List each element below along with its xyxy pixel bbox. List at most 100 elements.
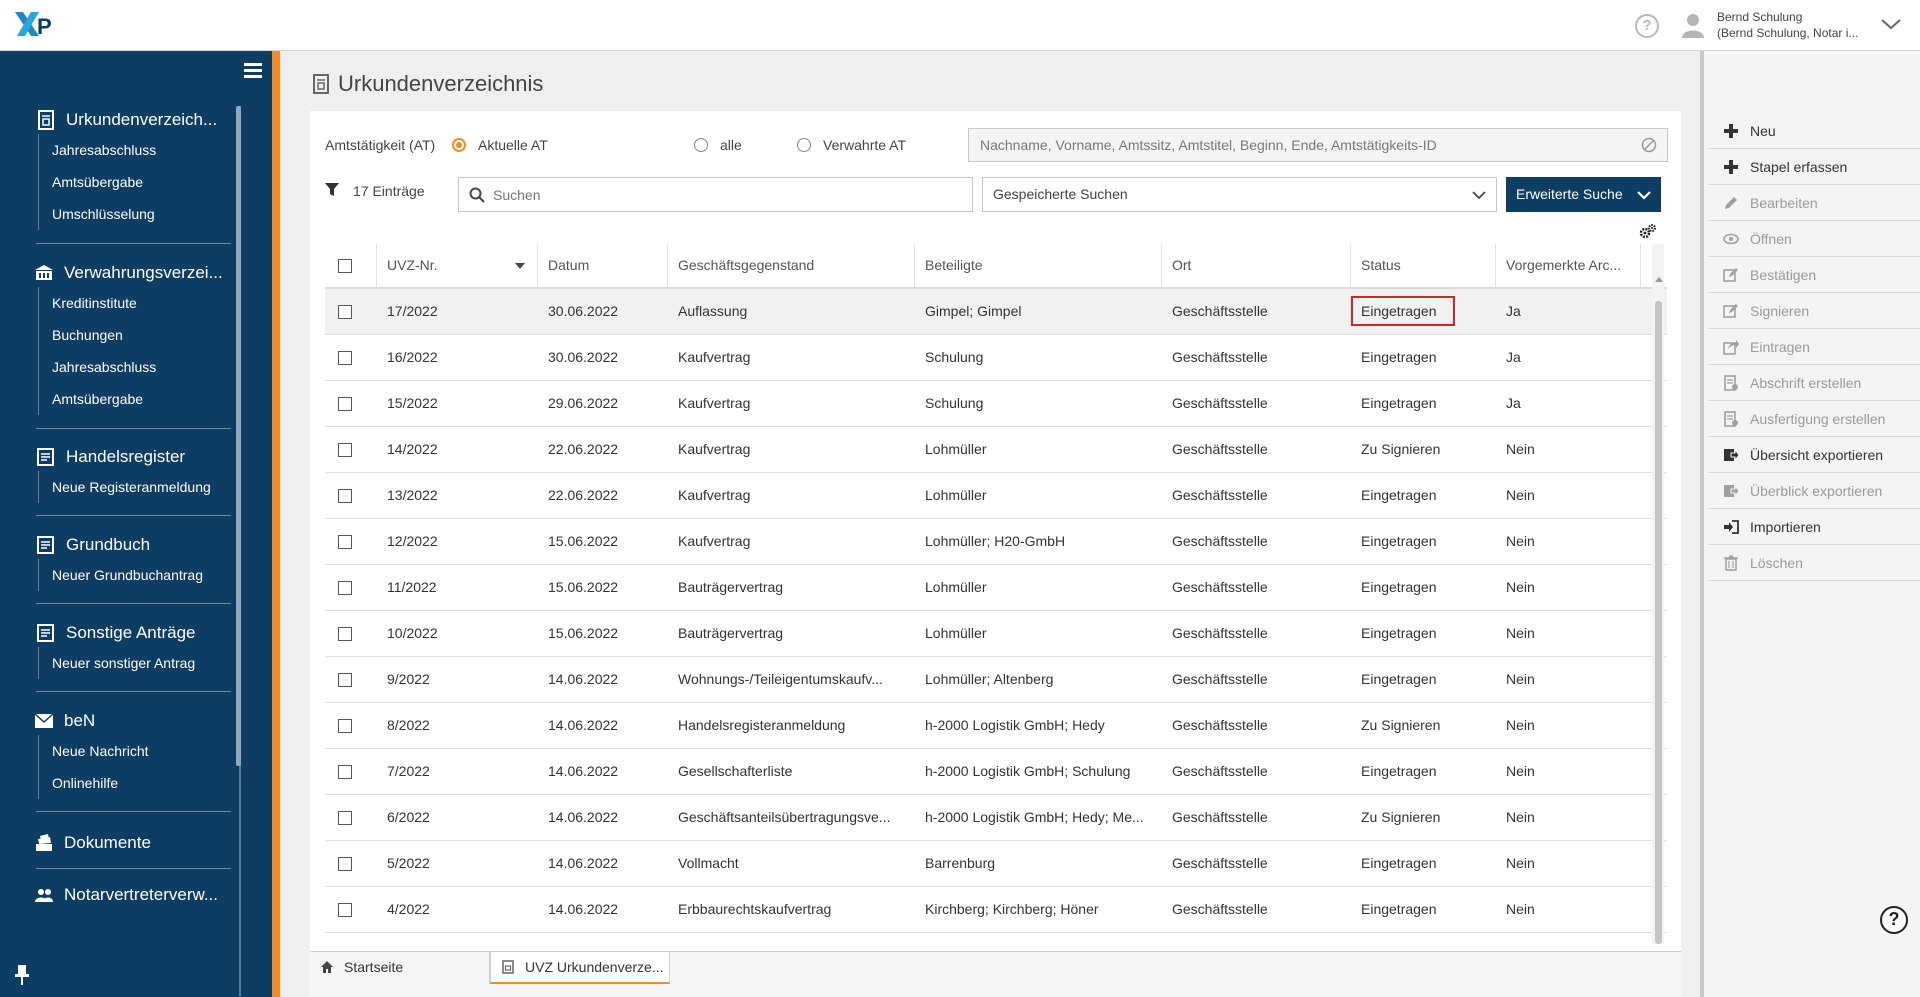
table-row[interactable]: 16/2022 30.06.2022 Kaufvertrag Schulung Gesc… [325,335,1667,381]
xnp-logo[interactable]: P [13,8,63,40]
sidebar-item-urkundenverzeichnis[interactable]: Urkundenverzeich... [0,106,236,134]
row-checkbox[interactable] [338,535,352,550]
sidebar-item-onlinehilfe[interactable]: Onlinehilfe [39,767,236,799]
radio-alle[interactable]: alle [694,137,742,153]
sidebar-item-amtsuebergabe[interactable]: Amtsübergabe [39,166,236,198]
radio-button[interactable] [797,138,811,152]
radio-button-checked[interactable] [452,138,466,152]
radio-verwahrte-at[interactable]: Verwahrte AT [797,137,906,153]
action-uebersicht-exportieren-button[interactable]: Übersicht exportieren [1708,437,1920,473]
action-loeschen-button[interactable]: Löschen [1708,545,1920,581]
row-checkbox[interactable] [338,305,352,320]
sidebar-item-umschluesselung[interactable]: Umschlüsselung [39,198,236,230]
sidebar-item-buchungen[interactable]: Buchungen [39,319,236,351]
row-checkbox[interactable] [338,903,352,918]
user-info[interactable]: Bernd Schulung (Bernd Schulung, Notar i.… [1717,9,1858,41]
row-checkbox[interactable] [338,397,352,412]
row-checkbox[interactable] [338,719,352,734]
action-label: Abschrift erstellen [1750,374,1862,391]
at-label: Amtstätigkeit (AT) [325,137,436,153]
table-row[interactable]: 14/2022 22.06.2022 Kaufvertrag Lohmüller Ges… [325,427,1667,473]
sidebar-item-neue-registeranmeldung[interactable]: Neue Registeranmeldung [39,471,236,503]
action-ausfertigung-erstellen-button[interactable]: Ausfertigung erstellen [1708,401,1920,437]
table-row[interactable]: 9/2022 14.06.2022 Wohnungs-/Teileigentumsk… [325,657,1667,703]
action-stapel-erfassen-button[interactable]: Stapel erfassen [1708,149,1920,185]
action-bearbeiten-button[interactable]: Bearbeiten [1708,185,1920,221]
table-row[interactable]: 4/2022 14.06.2022 Erbbaurechtskaufvertrag K… [325,887,1667,933]
saved-searches-dropdown[interactable]: Gespeicherte Suchen [982,177,1497,212]
row-checkbox[interactable] [338,581,352,596]
at-search-field[interactable]: Nachname, Vorname, Amtssitz, Amtstitel, … [968,128,1668,162]
table-row[interactable]: 8/2022 14.06.2022 Handelsregisteranmeldung… [325,703,1667,749]
sidebar-item-jahresabschluss[interactable]: Jahresabschluss [39,351,236,383]
radio-aktuelle-at[interactable]: Aktuelle AT [452,137,548,153]
action-importieren-button[interactable]: Importieren [1708,509,1920,545]
action-eintragen-button[interactable]: Eintragen [1708,329,1920,365]
sidebar-item-ben[interactable]: beN [0,707,236,735]
filter-icon[interactable] [325,183,339,197]
sidebar-item-dokumente[interactable]: Dokumente [0,829,236,857]
chevron-down-icon[interactable] [1880,16,1902,32]
table-row[interactable]: 5/2022 14.06.2022 Vollmacht Barrenburg Gesch… [325,841,1667,887]
sidebar-item-sonstige-antraege[interactable]: Sonstige Anträge [0,619,236,647]
action-oeffnen-button[interactable]: Öffnen [1708,221,1920,257]
table-row[interactable]: 17/2022 30.06.2022 Auflassung Gimpel; Gimpe… [325,289,1667,335]
menu-icon[interactable] [244,63,262,79]
action-neu-button[interactable]: Neu [1708,113,1920,149]
action-ueberblick-exportieren-button[interactable]: Überblick exportieren [1708,473,1920,509]
action-abschrift-erstellen-button[interactable]: Abschrift erstellen [1708,365,1920,401]
action-signieren-button[interactable]: Signieren [1708,293,1920,329]
row-checkbox[interactable] [338,489,352,504]
row-checkbox[interactable] [338,351,352,366]
tab-startseite[interactable]: Startseite [310,952,490,984]
column-header-datum[interactable]: Datum [538,244,668,287]
help-icon[interactable]: ? [1635,14,1659,38]
sidebar-item-kreditinstitute[interactable]: Kreditinstitute [39,287,236,319]
sidebar-item-grundbuch[interactable]: Grundbuch [0,531,236,559]
user-avatar-icon[interactable] [1680,12,1706,38]
sidebar-item-amtsuebergabe[interactable]: Amtsübergabe [39,383,236,415]
table-row[interactable]: 13/2022 22.06.2022 Kaufvertrag Lohmüller Ges… [325,473,1667,519]
column-settings-icon[interactable] [1639,223,1657,239]
table-row[interactable]: 10/2022 15.06.2022 Bauträgervertrag Lohmüll… [325,611,1667,657]
column-header-beteiligte[interactable]: Beteiligte [915,244,1162,287]
select-all-checkbox[interactable] [338,259,352,274]
action-bestaetigen-button[interactable]: Bestätigen [1708,257,1920,293]
table-row[interactable]: 6/2022 14.06.2022 Geschäftsanteilsübertrag… [325,795,1667,841]
scroll-up-arrow-icon[interactable] [1655,277,1663,282]
sidebar-item-neuer-grundbuchantrag[interactable]: Neuer Grundbuchantrag [39,559,236,591]
search-input[interactable] [493,178,963,211]
row-checkbox[interactable] [338,673,352,688]
column-header-uvz-nr[interactable]: UVZ-Nr. [377,244,538,287]
row-checkbox[interactable] [338,811,352,826]
sidebar-item-neue-nachricht[interactable]: Neue Nachricht [39,735,236,767]
pin-icon[interactable] [13,964,31,986]
radio-button[interactable] [694,138,708,152]
sidebar-scrollbar[interactable] [236,106,241,766]
row-checkbox-cell [325,657,377,702]
table-scrollbar[interactable] [1655,301,1662,944]
row-checkbox[interactable] [338,443,352,458]
column-header-status[interactable]: Status [1351,244,1496,287]
sidebar-item-verwahrungsverzeichnis[interactable]: Verwahrungsverzei... [0,259,236,287]
sidebar-item-neuer-sonstiger-antrag[interactable]: Neuer sonstiger Antrag [39,647,236,679]
column-header-ort[interactable]: Ort [1162,244,1351,287]
sidebar-item-handelsregister[interactable]: Handelsregister [0,443,236,471]
table-row[interactable]: 15/2022 29.06.2022 Kaufvertrag Schulung Gesc… [325,381,1667,427]
search-field[interactable] [458,177,973,212]
clear-icon[interactable] [1641,137,1657,153]
tab-uvz-urkundenverzeichnis[interactable]: UVZ Urkundenverze... [490,952,670,984]
row-checkbox[interactable] [338,627,352,642]
table-row[interactable]: 11/2022 15.06.2022 Bauträgervertrag Lohmüll… [325,565,1667,611]
sidebar-item-jahresabschluss[interactable]: Jahresabschluss [39,134,236,166]
table-row[interactable]: 7/2022 14.06.2022 Gesellschafterliste h-200… [325,749,1667,795]
column-header-vorgemerkte-archivierung[interactable]: Vorgemerkte Arc... [1496,244,1641,287]
row-checkbox[interactable] [338,857,352,872]
advanced-search-button[interactable]: Erweiterte Suche [1506,177,1661,212]
help-icon[interactable]: ? [1880,906,1908,934]
column-header-geschaeftsgegenstand[interactable]: Geschäftsgegenstand [668,244,915,287]
row-checkbox[interactable] [338,765,352,780]
table-row[interactable]: 12/2022 15.06.2022 Kaufvertrag Lohmüller; H… [325,519,1667,565]
cell-ort: Geschäftsstelle [1172,717,1268,733]
sidebar-item-notarvertreterverwaltung[interactable]: Notarvertreterverw... [0,881,236,909]
